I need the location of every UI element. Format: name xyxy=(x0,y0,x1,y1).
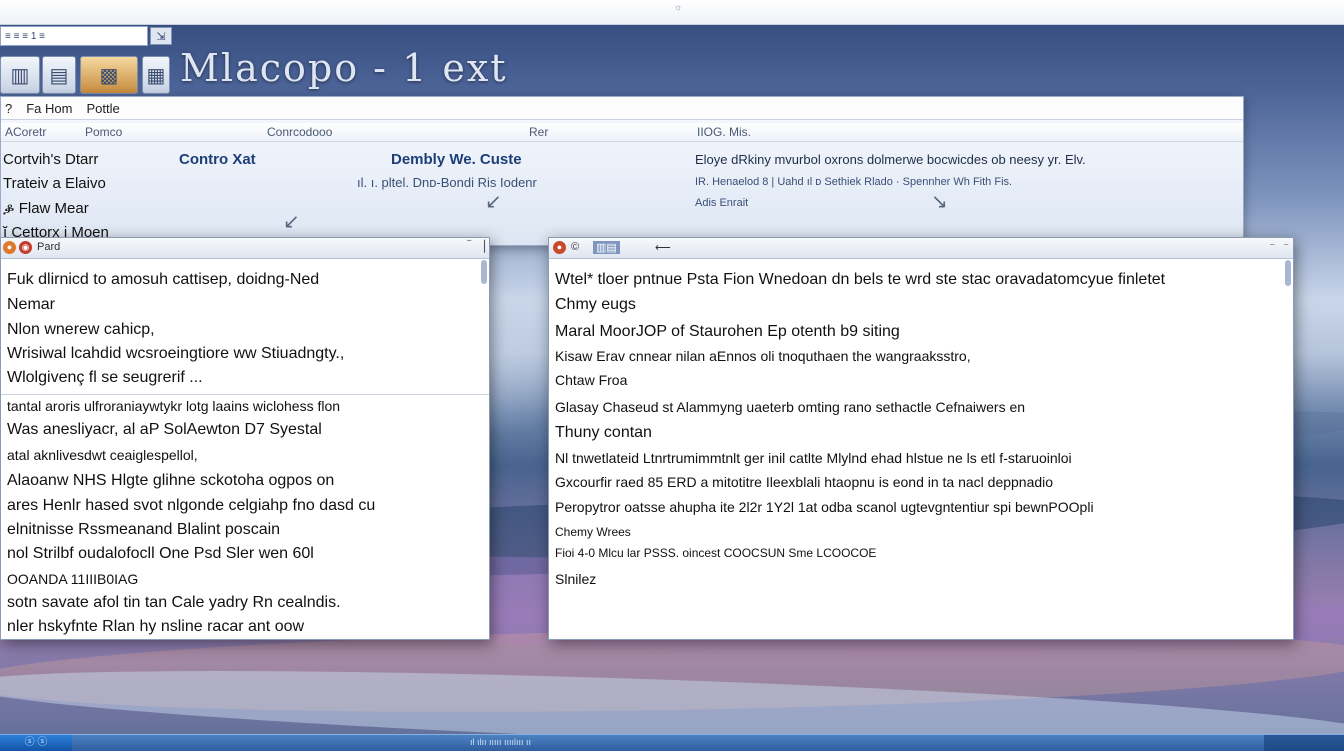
item-meta: Adis Enrait xyxy=(695,197,749,209)
text-line: Was anesliyacr, al aP SolAewton D7 Syest… xyxy=(7,421,322,438)
explorer-menubar: ? Fa Hom Pottle xyxy=(1,97,1243,120)
text-line: Chtaw Froa xyxy=(555,372,628,388)
column-header[interactable]: ACoretr xyxy=(5,125,46,139)
item-subtitle: ıl. ı. pltel. Dnᴅ-Bondi Ris Iodenr xyxy=(357,175,537,190)
text-line: Glasay Chaseud st Alammyng uaeterb omtin… xyxy=(555,399,1026,415)
list-item[interactable]: Trateiv a Elaivo xyxy=(3,175,106,192)
scrollbar[interactable] xyxy=(1285,260,1291,286)
app-icon: ● xyxy=(3,241,16,254)
system-tray[interactable] xyxy=(1264,735,1344,751)
document-icon[interactable]: ▦ xyxy=(142,56,170,94)
left-document-window[interactable]: ● ◉ Pard ‾ ▕ Fuk dlirnicd to amosuh catt… xyxy=(0,237,490,640)
window-titlebar[interactable]: ● © ▥▤ ⟵ ⁻ ⁻ xyxy=(549,238,1293,259)
text-line: OOANDA 11IIIB0IAG xyxy=(7,571,139,587)
text-line: Nl tnwetlateid Ltnrtrumimmtnlt ger inil … xyxy=(555,450,1072,466)
item-description: Eloye dRkiny mvurbol oxrons dolmerwe boc… xyxy=(695,152,1086,167)
close-icon[interactable]: ⁻ xyxy=(1283,240,1289,253)
text-line: Kisaw Erav cnnear nilan aEnnos oli tnoqu… xyxy=(555,348,971,364)
column-header[interactable]: IIOG. Mis. xyxy=(697,125,751,139)
explorer-column-headers: ACoretr Pomco Conrcodooo Rer IIOG. Mis. xyxy=(1,123,1243,142)
text-line: sotn savate afol tin tan Cale yadry Rn c… xyxy=(7,594,341,611)
text-line: Wlolgivenç fl se seugrerif ... xyxy=(7,369,203,386)
text-line: Thuny contan xyxy=(555,424,652,441)
copy-icon[interactable]: © xyxy=(571,241,579,253)
text-line: nol Strilbf oudalofocll One Psd Sler wen… xyxy=(7,545,314,562)
item-meta: IR. Henaelod 8 | Uahd ıl ᴅ Sethiek Rlado… xyxy=(695,176,1013,188)
text-line: Maral MoorJOP of Staurohen Ep otenth b9 … xyxy=(555,323,900,340)
arrow-left-icon: ↙ xyxy=(485,191,502,213)
minimize-icon[interactable]: ⁻ xyxy=(1269,240,1275,253)
menu-item[interactable]: Pottle xyxy=(86,101,119,116)
text-line: Peropytror oatsse ahupha ite 2l2r 1Y2l 1… xyxy=(555,499,1094,515)
text-line: Chemy Wrees xyxy=(555,525,631,539)
top-strip: ☼ xyxy=(0,0,1344,25)
explorer-window[interactable]: ? Fa Hom Pottle ACoretr Pomco Conrcodooo… xyxy=(0,96,1244,246)
minimize-icon[interactable]: ‾ xyxy=(467,240,471,252)
scrollbar[interactable] xyxy=(481,260,487,284)
text-line: elnitnisse Rssmeanand Blalint poscain xyxy=(7,521,281,538)
address-input[interactable]: ≡ ≡ ≡ 1 ≡ xyxy=(0,26,148,46)
text-line: tantal aroris ulfroraniaywtykr lotg laai… xyxy=(7,398,341,414)
text-line: Gxcourfir raed 85 ERD a mitotitre Ileexb… xyxy=(555,474,1054,490)
column-header[interactable]: Pomco xyxy=(85,125,122,139)
menu-item[interactable]: Fa Hom xyxy=(26,101,72,116)
arrow-down-icon: ↙ xyxy=(283,211,300,233)
list-item[interactable]: ቇ Flaw Mear xyxy=(3,200,89,217)
column-header[interactable]: Rer xyxy=(529,125,548,139)
go-button[interactable]: ⇲ xyxy=(150,27,172,45)
arrow-right-icon: ↘ xyxy=(931,191,948,213)
text-line: atal aknlivesdwt ceaiglespellol, xyxy=(7,447,198,463)
text-line: Chmy eugs xyxy=(555,296,636,313)
text-line: ares Henlr hased svot nlgonde celgiahp f… xyxy=(7,497,376,514)
text-line: Wrisiwal lcahdid wcsroeingtiore ww Stiua… xyxy=(7,345,345,362)
right-document-window[interactable]: ● © ▥▤ ⟵ ⁻ ⁻ Wtel* tloer pntnue Psta Fio… xyxy=(548,237,1294,640)
item-title[interactable]: Contro Xat xyxy=(179,151,256,168)
text-line: Wtel* tloer pntnue Psta Fion Wnedoan dn … xyxy=(555,271,1166,288)
app-icon: ● xyxy=(553,241,566,254)
text-line: Nemar xyxy=(7,296,56,313)
bar-chart-icon[interactable]: ▥ xyxy=(0,56,40,94)
window-titlebar[interactable]: ● ◉ Pard ‾ ▕ xyxy=(1,238,489,259)
menu-item[interactable]: ? xyxy=(5,101,12,116)
window-title: Pard xyxy=(37,241,61,253)
list-item[interactable]: Cortvih's Dtarr xyxy=(3,151,98,168)
column-header[interactable]: Conrcodooo xyxy=(267,125,332,139)
close-icon[interactable]: ▕ xyxy=(477,240,485,253)
text-line: nler hskyfnte Rlan hy nsline racar ant o… xyxy=(7,618,305,635)
taskbar: ⓢ ⓢ ıl ılıı ııııı ıııılııı ıı xyxy=(0,734,1344,751)
top-strip-mark: ☼ xyxy=(674,2,683,12)
start-button[interactable]: ⓢ ⓢ xyxy=(0,735,72,751)
image-icon[interactable]: ▥▤ xyxy=(593,241,620,254)
image-icon[interactable]: ▩ xyxy=(80,56,138,94)
arrow-icon: ⟵ xyxy=(655,242,671,254)
text-line: Slnilez xyxy=(555,571,597,587)
record-icon: ◉ xyxy=(19,241,32,254)
divider xyxy=(1,394,489,395)
text-line: Fioi 4-0 Mlcu lar PSSS. oincest COOCSUN … xyxy=(555,546,877,560)
app-title: Mlacopo - 1 ext xyxy=(180,46,508,90)
text-line: Fuk dlirnicd to amosuh cattisep, doidng-… xyxy=(7,271,320,288)
book-icon[interactable]: ▤ xyxy=(42,56,76,94)
taskbar-text: ıl ılıı ııııı ıııılııı ıı xyxy=(470,737,532,747)
item-title[interactable]: Dembly We. Custe xyxy=(391,151,522,168)
text-line: Nlon wnerew cahicp, xyxy=(7,321,155,338)
text-line: Alaoanw NHS Hlgte glihne sckotoha ogpos … xyxy=(7,472,335,489)
